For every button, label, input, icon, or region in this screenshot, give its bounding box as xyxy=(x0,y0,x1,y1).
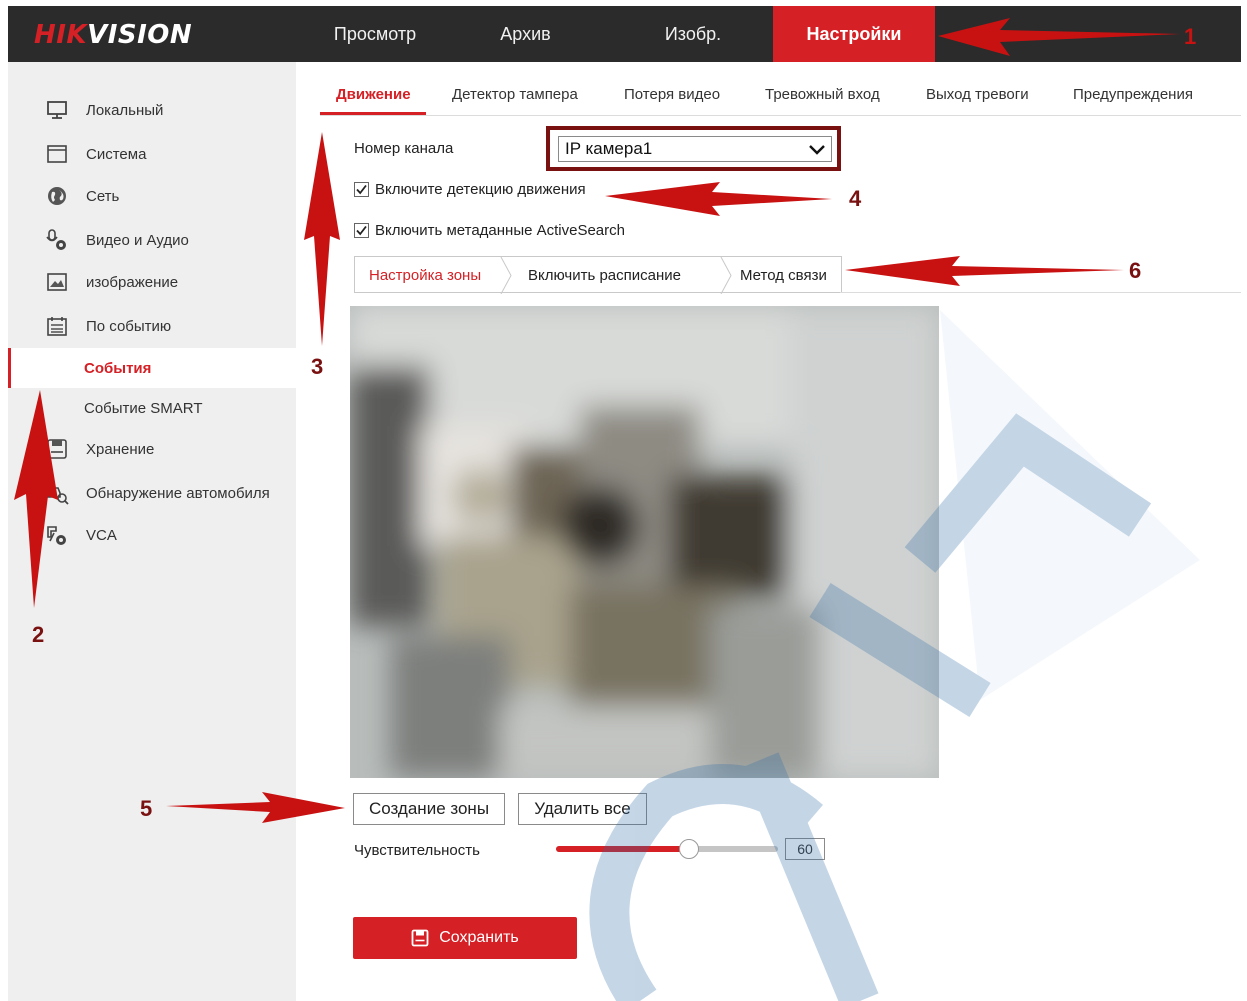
sidebar-item-label: Сеть xyxy=(86,187,120,205)
tab-exception[interactable]: Предупреждения xyxy=(1073,86,1193,103)
tab-alarm-output[interactable]: Выход тревоги xyxy=(926,86,1029,103)
image-icon xyxy=(44,271,70,293)
annotation-number-2: 2 xyxy=(32,622,45,647)
chevron-down-icon xyxy=(807,139,827,159)
disk-icon xyxy=(44,438,70,460)
annotation-number-5: 5 xyxy=(140,796,153,821)
mic-gear-icon xyxy=(44,229,70,251)
sidebar-subitem-smart-event[interactable]: Событие SMART xyxy=(8,388,296,428)
enable-activesearch-row: Включить метаданные ActiveSearch xyxy=(354,222,625,239)
subtab-area-settings[interactable]: Настройка зоны xyxy=(354,256,512,294)
window-icon xyxy=(44,143,70,165)
enable-motion-checkbox[interactable] xyxy=(354,182,369,197)
sensitivity-label: Чувствительность xyxy=(354,842,480,859)
sidebar-item-label: По событию xyxy=(86,317,172,335)
sidebar: Локальный Система Сеть Видео и Аудио изо… xyxy=(8,62,296,1001)
save-button[interactable]: Сохранить xyxy=(353,917,577,959)
sidebar-item-label: VCA xyxy=(86,526,117,544)
annotation-number-3: 3 xyxy=(311,354,324,379)
sidebar-item-label: Видео и Аудио xyxy=(86,231,189,249)
sensitivity-slider-fill xyxy=(556,846,690,852)
sidebar-item-vehicle-detection[interactable]: Обнаружение автомобиля xyxy=(8,473,296,513)
sidebar-item-network[interactable]: Сеть xyxy=(8,176,296,216)
sidebar-item-storage[interactable]: Хранение xyxy=(8,429,296,469)
tab-video-loss[interactable]: Потеря видео xyxy=(624,86,720,103)
enable-activesearch-checkbox[interactable] xyxy=(354,223,369,238)
sidebar-item-vca[interactable]: VCA xyxy=(8,515,296,555)
sidebar-item-label: изображение xyxy=(86,273,179,291)
enable-activesearch-label: Включить метаданные ActiveSearch xyxy=(375,222,625,239)
nav-live-view[interactable]: Просмотр xyxy=(300,6,450,62)
subtab-arming-schedule[interactable]: Включить расписание xyxy=(512,256,732,294)
subtab-linkage-method[interactable]: Метод связи xyxy=(732,256,842,293)
sensitivity-slider[interactable] xyxy=(556,839,778,859)
sidebar-item-local[interactable]: Локальный xyxy=(8,90,296,130)
channel-select-value: IP камера1 xyxy=(565,139,653,158)
sidebar-item-label: Система xyxy=(86,145,147,163)
monitor-icon xyxy=(44,99,70,121)
sidebar-subitem-events[interactable]: События xyxy=(8,348,296,388)
vca-icon xyxy=(44,524,70,546)
sidebar-item-image[interactable]: изображение xyxy=(8,262,296,302)
tab-alarm-input[interactable]: Тревожный вход xyxy=(765,86,880,103)
nav-picture[interactable]: Изобр. xyxy=(618,6,768,62)
save-button-label: Сохранить xyxy=(439,929,519,946)
delete-all-button[interactable]: Удалить все xyxy=(518,793,647,825)
car-search-icon xyxy=(44,482,70,505)
sidebar-item-video-audio[interactable]: Видео и Аудио xyxy=(8,220,296,260)
sidebar-item-system[interactable]: Система xyxy=(8,134,296,174)
sidebar-item-event[interactable]: По событию xyxy=(8,306,296,346)
video-preview[interactable] xyxy=(350,306,939,778)
blurred-camera-image xyxy=(350,306,939,778)
enable-motion-label: Включите детекцию движения xyxy=(375,181,586,198)
annotation-number-1: 1 xyxy=(1184,24,1197,49)
top-navigation-bar: HIKVISION Просмотр Архив Изобр. Настройк… xyxy=(8,6,1241,62)
globe-icon xyxy=(44,185,70,207)
sidebar-item-label: Хранение xyxy=(86,440,155,458)
subtab-label: Метод связи xyxy=(740,267,827,284)
app-root: HIKVISION Просмотр Архив Изобр. Настройк… xyxy=(0,0,1247,1001)
tab-motion[interactable]: Движение xyxy=(336,86,411,103)
channel-label: Номер канала xyxy=(354,140,454,157)
annotation-arrow-6 xyxy=(845,256,1124,286)
enable-motion-row: Включите детекцию движения xyxy=(354,181,586,198)
motion-subtabs: Настройка зоны Включить расписание Метод… xyxy=(354,256,842,294)
logo-vision: VISION xyxy=(87,20,193,50)
annotation-arrow-4 xyxy=(605,182,832,216)
nav-configuration[interactable]: Настройки xyxy=(773,6,935,62)
sensitivity-value-field[interactable]: 60 xyxy=(785,838,825,860)
chevron-separator-icon xyxy=(500,257,512,294)
sensitivity-slider-handle[interactable] xyxy=(679,839,700,859)
sidebar-item-label: Локальный xyxy=(86,101,164,119)
subtabs-divider xyxy=(840,292,1241,293)
annotation-number-4: 4 xyxy=(849,186,862,211)
chevron-separator-icon xyxy=(720,257,732,294)
nav-playback[interactable]: Архив xyxy=(458,6,593,62)
create-zone-button[interactable]: Создание зоны xyxy=(353,793,505,825)
channel-select-highlight: IP камера1 xyxy=(546,126,841,171)
subtab-label: Включить расписание xyxy=(528,267,681,284)
save-icon xyxy=(411,929,429,947)
logo-hik: HIK xyxy=(34,20,88,50)
subtab-label: Настройка зоны xyxy=(369,267,482,284)
annotation-arrow-3 xyxy=(304,132,340,346)
calendar-icon xyxy=(44,315,70,337)
channel-select[interactable]: IP камера1 xyxy=(558,136,832,162)
event-tabs: Движение Детектор тампера Потеря видео Т… xyxy=(320,78,1241,116)
tab-tamper[interactable]: Детектор тампера xyxy=(452,86,578,103)
sidebar-item-label: Обнаружение автомобиля xyxy=(86,484,270,502)
active-tab-underline xyxy=(320,112,426,115)
annotation-number-6: 6 xyxy=(1129,258,1142,283)
hikvision-logo: HIKVISION xyxy=(34,20,192,50)
